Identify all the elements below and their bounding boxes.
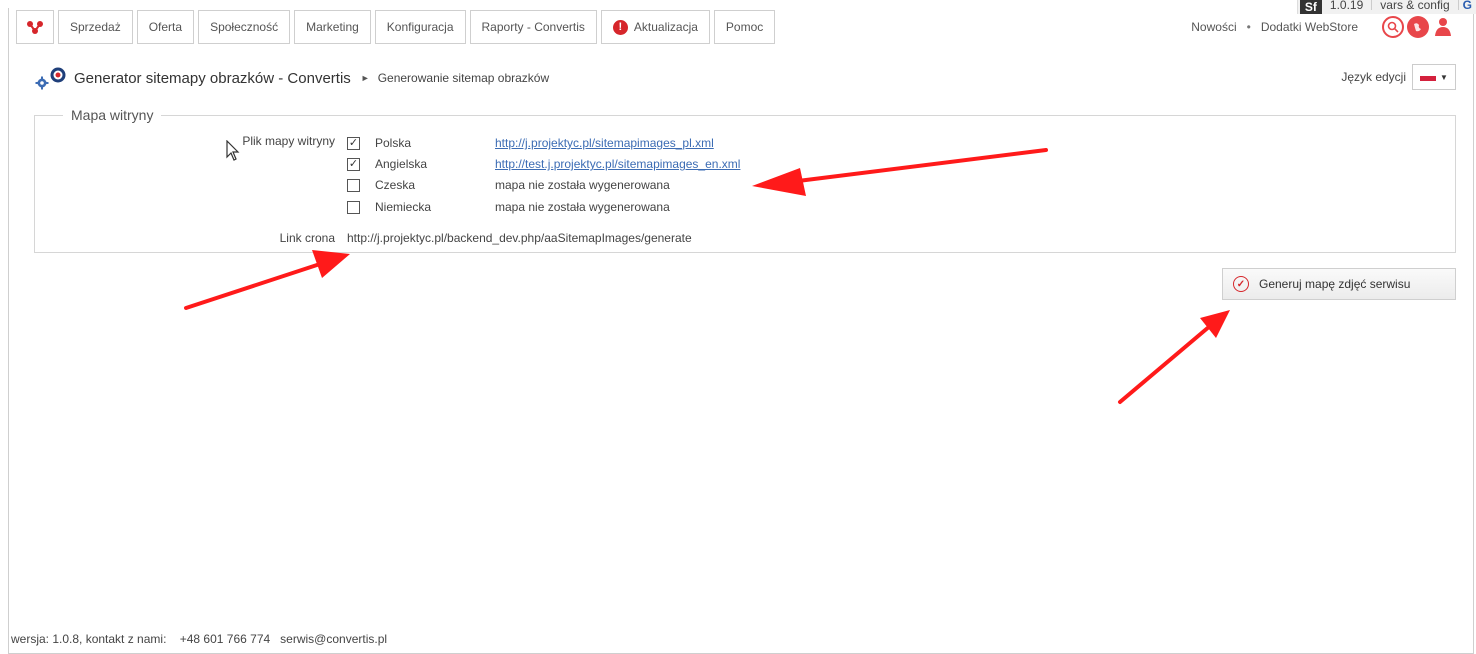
debug-vars-config[interactable]: vars & config bbox=[1372, 0, 1459, 11]
sitemap-row-cz bbox=[347, 176, 360, 194]
nav-updates[interactable]: ! Aktualizacja bbox=[600, 10, 710, 44]
nav-community[interactable]: Społeczność bbox=[198, 10, 291, 44]
module-gear-icon bbox=[34, 66, 70, 90]
top-icons bbox=[1382, 16, 1454, 38]
checkbox-cz[interactable] bbox=[347, 178, 360, 192]
sitemap-status-de: mapa nie została wygenerowana bbox=[495, 200, 670, 214]
home-logo-button[interactable] bbox=[16, 10, 54, 44]
checkbox-de[interactable] bbox=[347, 200, 360, 214]
separator-dot: • bbox=[1246, 20, 1251, 34]
nav-reports[interactable]: Raporty - Convertis bbox=[469, 10, 597, 44]
generate-sitemap-label: Generuj mapę zdjęć serwisu bbox=[1259, 277, 1411, 291]
edit-language: Język edycji ▼ bbox=[1341, 64, 1456, 90]
sitemap-row-de bbox=[347, 198, 360, 216]
chevron-down-icon: ▼ bbox=[1440, 72, 1448, 82]
sitemap-fieldset: Mapa witryny Plik mapy witryny ✓ Polska … bbox=[34, 107, 1456, 253]
sitemap-link-pl[interactable]: http://j.projektyc.pl/sitemapimages_pl.x… bbox=[495, 136, 714, 150]
symfony-icon[interactable]: Sf bbox=[1299, 0, 1322, 14]
search-icon[interactable] bbox=[1382, 16, 1404, 38]
language-pl: Polska bbox=[375, 136, 412, 150]
breadcrumb: Generator sitemapy obrazków - Convertis … bbox=[34, 66, 549, 90]
breadcrumb-separator: ► bbox=[360, 73, 370, 83]
nav-help[interactable]: Pomoc bbox=[713, 10, 776, 44]
news-link[interactable]: Nowości bbox=[1191, 20, 1236, 34]
nav-updates-label: Aktualizacja bbox=[633, 20, 698, 34]
footer-info: wersja: 1.0.8, kontakt z nami: +48 601 7… bbox=[11, 632, 388, 646]
language-select[interactable]: ▼ bbox=[1412, 64, 1456, 90]
page-title: Generator sitemapy obrazków - Convertis bbox=[74, 69, 351, 87]
generate-sitemap-button[interactable]: ✓ Generuj mapę zdjęć serwisu bbox=[1222, 268, 1456, 300]
nav-configuration[interactable]: Konfiguracja bbox=[374, 10, 466, 44]
top-right-links: Nowości • Dodatki WebStore bbox=[1191, 16, 1454, 38]
user-icon[interactable] bbox=[1432, 16, 1454, 38]
nav-offer[interactable]: Oferta bbox=[136, 10, 195, 44]
debug-toolbar[interactable]: Sf 1.0.19 vars & config G bbox=[1296, 0, 1476, 14]
cron-link: http://j.projektyc.pl/backend_dev.php/aa… bbox=[347, 231, 692, 245]
convertis-logo-icon bbox=[27, 21, 43, 34]
checkbox-en[interactable]: ✓ bbox=[347, 157, 360, 171]
main-nav: Sprzedaż Oferta Społeczność Marketing Ko… bbox=[16, 10, 776, 44]
page-frame bbox=[8, 8, 1474, 654]
language-de: Niemiecka bbox=[375, 200, 432, 214]
check-circle-icon: ✓ bbox=[1233, 276, 1249, 292]
addons-link[interactable]: Dodatki WebStore bbox=[1261, 20, 1358, 34]
sitemap-row-en: ✓ bbox=[347, 155, 360, 173]
checkbox-pl[interactable]: ✓ bbox=[347, 136, 360, 150]
debug-extra-icon[interactable]: G bbox=[1459, 0, 1476, 11]
edit-language-label: Język edycji bbox=[1341, 70, 1406, 84]
poland-flag-icon bbox=[1420, 73, 1437, 81]
cron-label: Link crona bbox=[279, 231, 335, 245]
nav-sales[interactable]: Sprzedaż bbox=[58, 10, 133, 44]
sitemap-row-pl: ✓ bbox=[347, 134, 360, 152]
sitemap-status-cz: mapa nie została wygenerowana bbox=[495, 178, 670, 192]
fieldset-legend: Mapa witryny bbox=[63, 107, 162, 123]
mouse-cursor-icon bbox=[226, 140, 240, 161]
language-en: Angielska bbox=[375, 157, 428, 171]
nav-marketing[interactable]: Marketing bbox=[294, 10, 371, 44]
globe-icon[interactable] bbox=[1407, 16, 1429, 38]
debug-version[interactable]: 1.0.19 bbox=[1322, 0, 1373, 11]
language-cz: Czeska bbox=[375, 178, 416, 192]
page-subtitle: Generowanie sitemap obrazków bbox=[377, 71, 550, 85]
sitemap-link-en[interactable]: http://test.j.projektyc.pl/sitemapimages… bbox=[495, 157, 740, 171]
alert-icon: ! bbox=[612, 19, 628, 35]
